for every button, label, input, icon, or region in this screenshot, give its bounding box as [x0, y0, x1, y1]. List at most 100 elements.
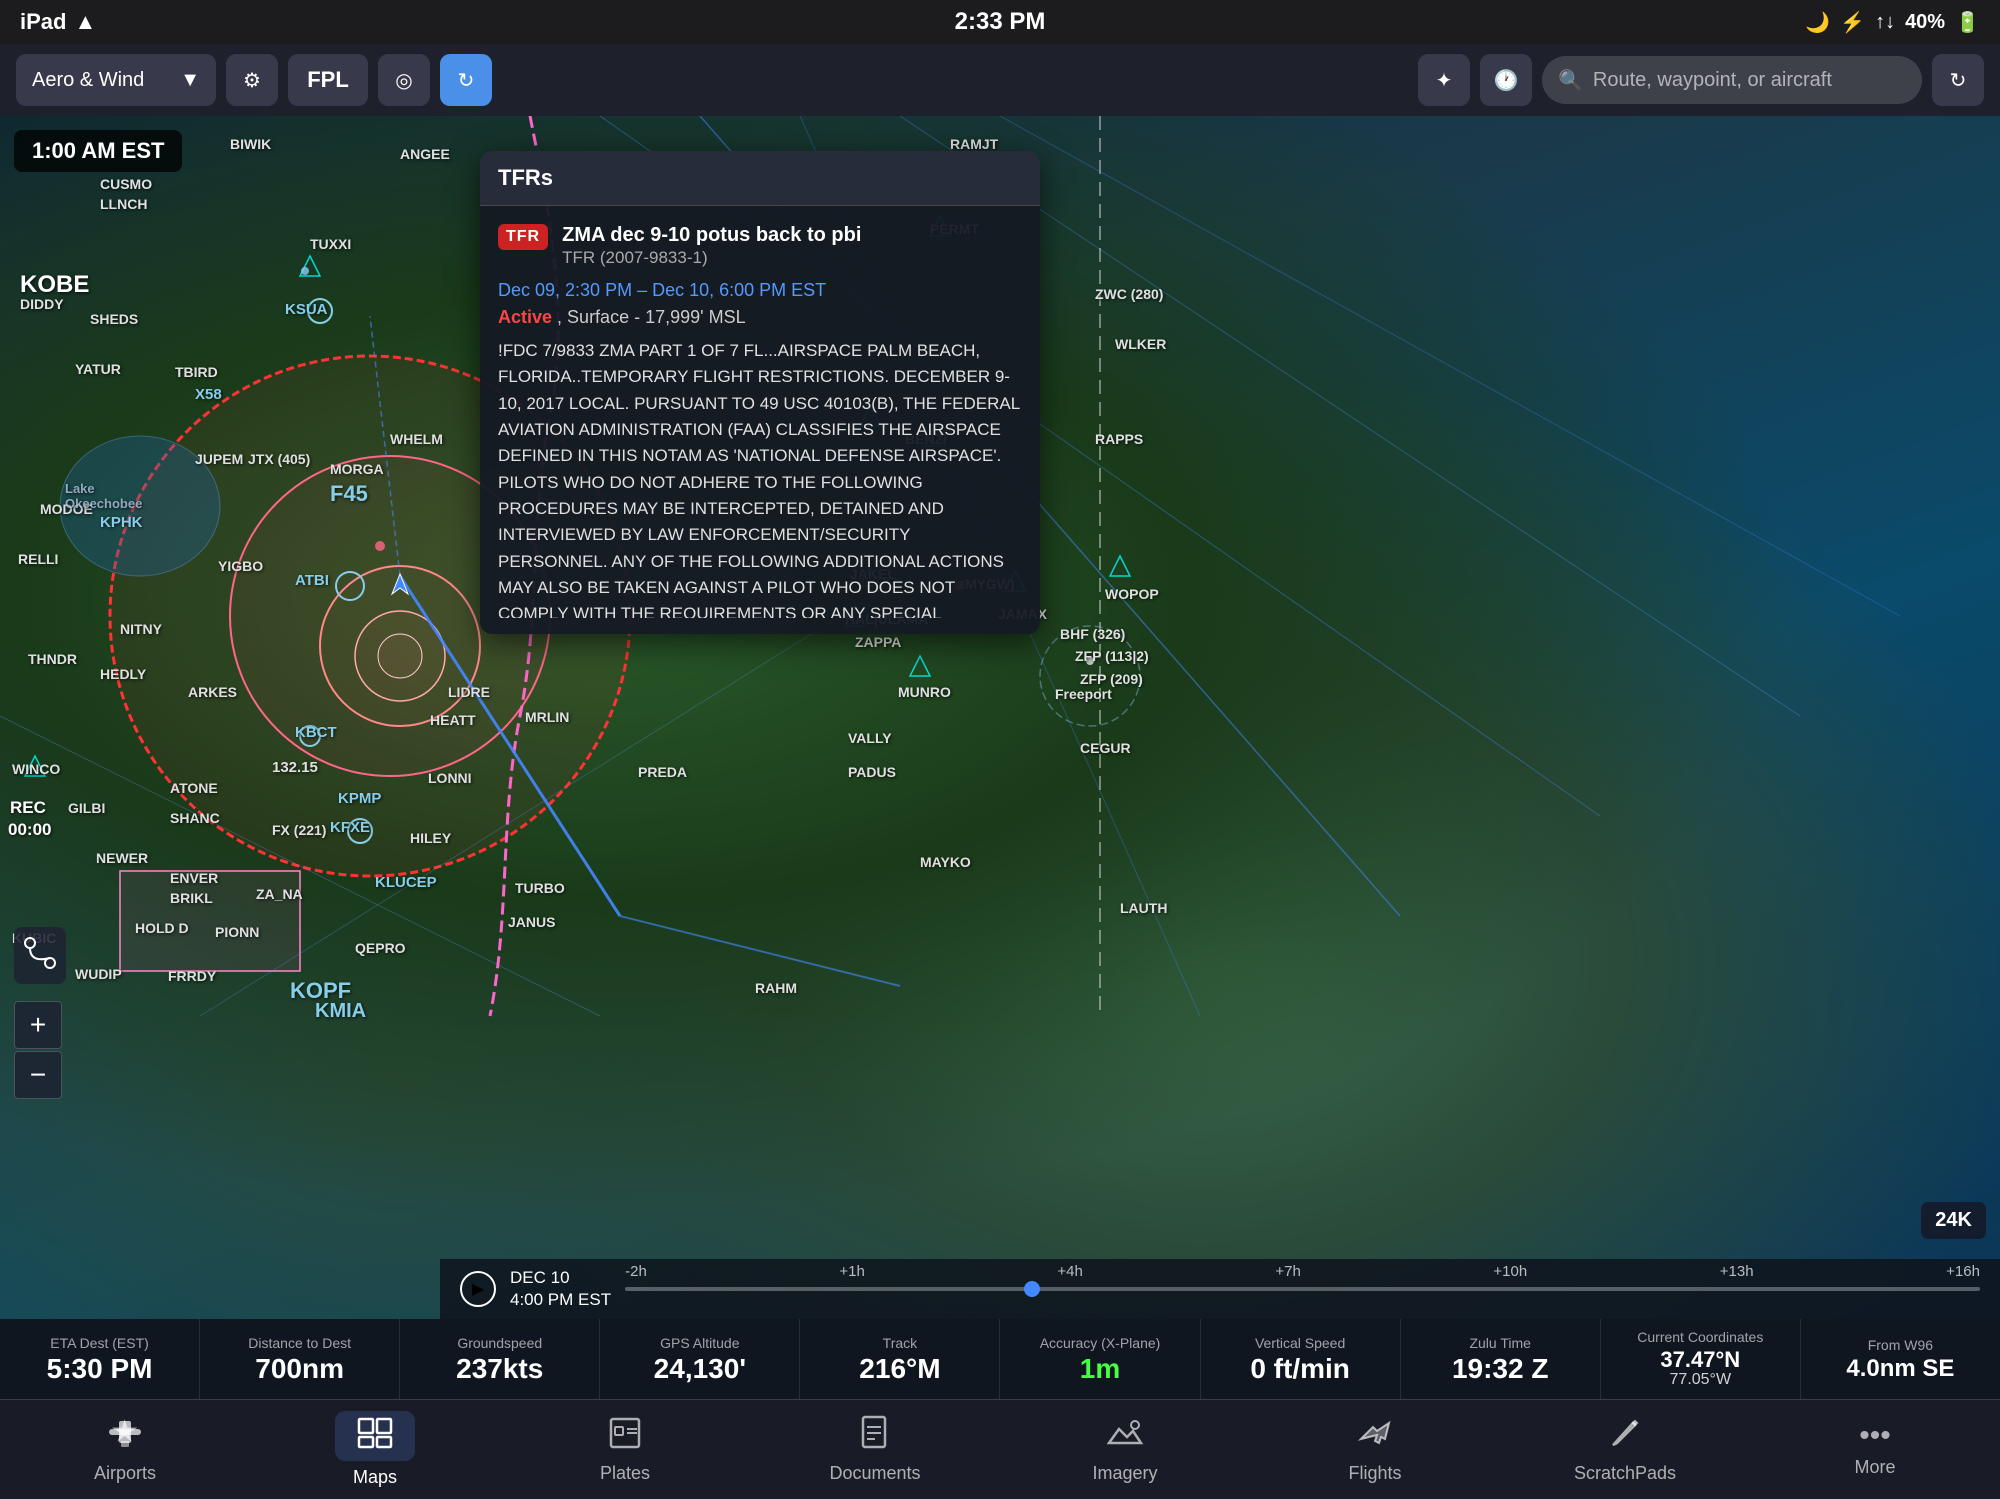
search-icon: 🔍 — [1558, 68, 1583, 93]
scale-indicator: 24K — [1921, 1202, 1986, 1239]
map-label-rec: REC — [10, 798, 46, 818]
timeline-scrubber[interactable] — [1024, 1281, 1040, 1297]
map-label-newer: NEWER — [96, 850, 148, 866]
timeline-info: DEC 10 4:00 PM EST — [510, 1267, 611, 1311]
map-label-lonni: LONNI — [428, 770, 472, 786]
zoom-out-button[interactable]: − — [14, 1051, 62, 1099]
bluetooth-icon: ⚡ — [1840, 10, 1865, 35]
map-label-lidre: LIDRE — [448, 684, 490, 700]
map-label-relli: RELLI — [18, 551, 58, 567]
map-area[interactable]: BIWIK RAMJT ANGEE CUSMO LLNCH TUXXI PERM… — [0, 116, 2000, 1319]
flights-icon — [1355, 1415, 1395, 1457]
tfr-title: ZMA dec 9-10 potus back to pbi — [562, 222, 861, 248]
map-label-arkes: ARKES — [188, 684, 237, 700]
globe-button[interactable]: ◎ — [378, 54, 430, 106]
data-cell-zulu: Zulu Time 19:32 Z — [1401, 1319, 1601, 1399]
map-label-nitny: NITNY — [120, 621, 162, 637]
map-label-kpmp: KPMP — [338, 790, 381, 807]
data-cell-track: Track 216°M — [800, 1319, 1000, 1399]
status-bar: iPad ▲ 2:33 PM 🌙 ⚡ ↑↓ 40% 🔋 — [0, 0, 2000, 44]
map-label-zfp2: ZFP (209) — [1080, 671, 1143, 687]
map-label-kfxe: KFXE — [330, 819, 370, 836]
imagery-icon — [1105, 1415, 1145, 1457]
nav-item-airports[interactable]: Airports — [0, 1400, 250, 1499]
time-badge: 1:00 AM EST — [14, 130, 182, 172]
zoom-controls: + − — [14, 1001, 62, 1099]
data-cell-groundspeed: Groundspeed 237kts — [400, 1319, 600, 1399]
map-label-llnch: LLNCH — [100, 196, 147, 212]
map-label-zappa: ZAPPA — [855, 634, 901, 650]
map-label-qepro: QEPRO — [355, 940, 406, 956]
map-label-janus: JANUS — [508, 914, 555, 930]
nav-item-maps[interactable]: Maps — [250, 1400, 500, 1499]
wifi-icon: ▲ — [74, 9, 96, 35]
map-label-mrlin: MRLIN — [525, 709, 569, 725]
settings-button[interactable]: ⚙ — [226, 54, 278, 106]
map-label-padus: PADUS — [848, 764, 896, 780]
clock-button[interactable]: 🕐 — [1480, 54, 1532, 106]
map-label-atone: ATONE — [170, 780, 218, 796]
chevron-down-icon: ▼ — [180, 69, 200, 92]
data-bar: ETA Dest (EST) 5:30 PM Distance to Dest … — [0, 1319, 2000, 1399]
tfr-info-row: TFR ZMA dec 9-10 potus back to pbi TFR (… — [498, 222, 1022, 268]
search-placeholder: Route, waypoint, or aircraft — [1593, 69, 1832, 92]
map-label-preda: PREDA — [638, 764, 687, 780]
aero-wind-dropdown[interactable]: Aero & Wind ▼ — [16, 54, 216, 106]
timeline-label-p4h: +4h — [1057, 1263, 1082, 1280]
zoom-in-button[interactable]: + — [14, 1001, 62, 1049]
nav-item-flights[interactable]: Flights — [1250, 1400, 1500, 1499]
search-bar[interactable]: 🔍 Route, waypoint, or aircraft — [1542, 56, 1922, 104]
nav-item-documents[interactable]: Documents — [750, 1400, 1000, 1499]
airports-label: Airports — [94, 1463, 156, 1484]
status-left: iPad ▲ — [20, 9, 96, 35]
map-label-wudip: WUDIP — [75, 966, 122, 982]
refresh-icon: ↻ — [1950, 68, 1967, 93]
map-label-jtx: JTX (405) — [248, 451, 310, 467]
timeline-play-button[interactable]: ▶ — [460, 1271, 496, 1307]
dropdown-label: Aero & Wind — [32, 69, 144, 92]
map-label-kobe: KOBE — [20, 271, 89, 299]
status-time: 2:33 PM — [955, 8, 1046, 36]
tfr-badge: TFR — [498, 224, 548, 250]
map-label-sheds: SHEDS — [90, 311, 138, 327]
map-label-freeport: Freeport — [1055, 686, 1112, 702]
map-label-x58: X58 — [195, 386, 222, 403]
map-label-kmia: KMIA — [315, 1000, 366, 1023]
nav-item-plates[interactable]: Plates — [500, 1400, 750, 1499]
map-label-132: 132.15 — [272, 759, 318, 776]
map-label-zfp1: ZFP (113|2) — [1075, 648, 1149, 664]
refresh-button[interactable]: ↻ — [1932, 54, 1984, 106]
battery-label: 40% — [1905, 11, 1945, 34]
nav-item-more[interactable]: ••• More — [1750, 1400, 2000, 1499]
data-cell-distance: Distance to Dest 700nm — [200, 1319, 400, 1399]
map-label-zana: ZA_NA — [256, 886, 303, 902]
timeline-label-m2h: -2h — [625, 1263, 647, 1280]
map-label-heatt: HEATT — [430, 712, 476, 728]
map-label-enver: ENVER — [170, 870, 218, 886]
map-label-fx221: FX (221) — [272, 822, 326, 838]
map-label-hedly: HEDLY — [100, 666, 146, 682]
fpl-button[interactable]: FPL — [288, 54, 368, 106]
map-label-frrdy: FRRDY — [168, 968, 216, 984]
airports-icon — [105, 1415, 145, 1457]
signal-icon: ↑↓ — [1875, 11, 1895, 34]
map-label-kbct: KBCT — [295, 724, 337, 741]
map-label-morga: MORGA — [330, 461, 384, 477]
scratchpads-label: ScratchPads — [1574, 1463, 1676, 1484]
timeline-bar: ▶ DEC 10 4:00 PM EST -2h +1h +4h +7h +10… — [440, 1259, 2000, 1319]
documents-label: Documents — [829, 1463, 920, 1484]
map-label-tuxxi: TUXXI — [310, 236, 351, 252]
nav-item-imagery[interactable]: Imagery — [1000, 1400, 1250, 1499]
star-button[interactable]: ✦ — [1418, 54, 1470, 106]
timeline-label-p16h: +16h — [1946, 1263, 1980, 1280]
map-label-lake-ok: LakeOkeechobee — [65, 481, 142, 511]
data-cell-accuracy: Accuracy (X-Plane) 1m — [1000, 1319, 1200, 1399]
map-label-cegur: CEGUR — [1080, 740, 1131, 756]
tfr-title-block: ZMA dec 9-10 potus back to pbi TFR (2007… — [562, 222, 861, 268]
route-icon[interactable] — [14, 927, 66, 984]
active-mode-button[interactable]: ↻ — [440, 54, 492, 106]
maps-label: Maps — [353, 1467, 397, 1488]
timeline-track[interactable]: -2h +1h +4h +7h +10h +13h +16h — [625, 1287, 1980, 1291]
more-icon: ••• — [1859, 1421, 1891, 1451]
nav-item-scratchpads[interactable]: ScratchPads — [1500, 1400, 1750, 1499]
